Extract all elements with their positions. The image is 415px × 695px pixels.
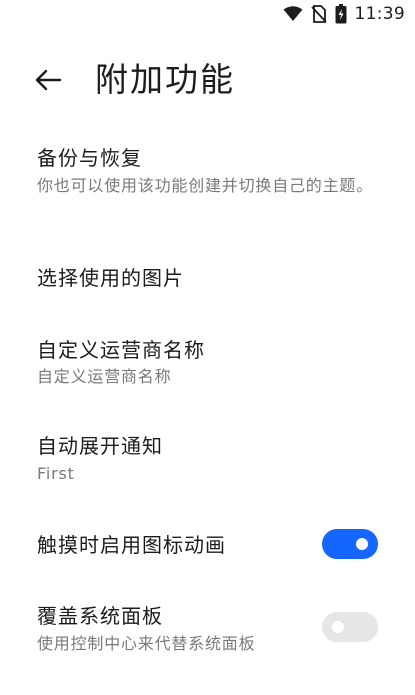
settings-item-carrier-name[interactable]: 自定义运营商名称 自定义运营商名称 [0,330,415,398]
back-button[interactable] [30,62,66,98]
settings-item-override-panel[interactable]: 覆盖系统面板 使用控制中心来代替系统面板 [0,598,415,668]
icon-animation-toggle[interactable] [322,529,378,559]
wifi-icon [283,6,303,22]
item-summary-carrier-name: 自定义运营商名称 [37,367,172,386]
no-sim-icon [310,5,327,23]
toggle-knob [356,538,368,550]
screen: 11:39 附加功能 备份与恢复 你也可以使用该功能创建并切换自己的主题。 选择… [0,0,415,695]
status-bar: 11:39 [0,0,415,28]
item-summary-auto-expand: First [37,464,75,483]
app-header: 附加功能 [0,54,415,106]
item-title-backup: 备份与恢复 [37,146,142,170]
settings-item-auto-expand[interactable]: 自动展开通知 First [0,426,415,494]
battery-icon [335,4,347,24]
settings-item-icon-animation[interactable]: 触摸时启用图标动画 [0,522,415,572]
item-title-icon-animation: 触摸时启用图标动画 [37,533,226,557]
toggle-knob [332,621,344,633]
arrow-left-icon [35,69,62,91]
status-time: 11:39 [354,4,405,24]
override-panel-toggle[interactable] [322,612,378,642]
item-title-auto-expand: 自动展开通知 [37,434,163,458]
item-title-choose-image: 选择使用的图片 [37,266,184,290]
item-summary-backup: 你也可以使用该功能创建并切换自己的主题。 [37,176,374,195]
item-title-carrier-name: 自定义运营商名称 [37,338,205,362]
settings-item-choose-image[interactable]: 选择使用的图片 [0,252,415,304]
settings-item-backup[interactable]: 备份与恢复 你也可以使用该功能创建并切换自己的主题。 [0,138,415,228]
item-title-override-panel: 覆盖系统面板 [37,604,163,628]
page-title: 附加功能 [95,60,235,99]
